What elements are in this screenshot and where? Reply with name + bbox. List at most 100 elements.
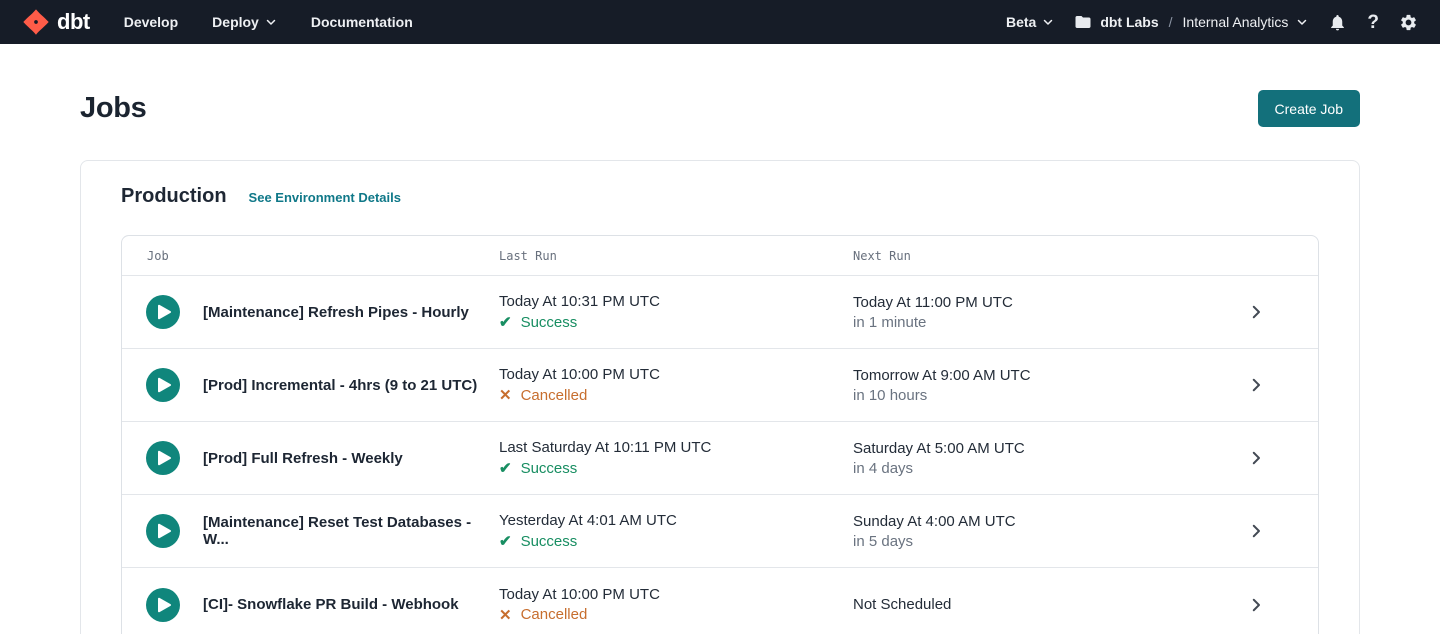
play-icon (146, 588, 180, 622)
job-cell: [Prod] Incremental - 4hrs (9 to 21 UTC) (122, 368, 499, 402)
status-line: ✕ Cancelled (499, 386, 853, 404)
nav-item-documentation[interactable]: Documentation (311, 14, 413, 30)
nav-item-develop[interactable]: Develop (124, 14, 178, 30)
next-run-relative: in 10 hours (853, 387, 1208, 404)
last-run-time: Last Saturday At 10:11 PM UTC (499, 439, 853, 456)
folder-icon (1074, 13, 1092, 31)
job-cell: [Maintenance] Reset Test Databases - W..… (122, 514, 499, 548)
next-run-cell: Sunday At 4:00 AM UTC in 5 days (853, 513, 1208, 550)
column-header-next-run: Next Run (853, 249, 1208, 263)
status-label: Cancelled (521, 387, 588, 404)
status-label: Success (521, 460, 578, 477)
beta-dropdown[interactable]: Beta (1006, 14, 1054, 30)
next-run-time: Sunday At 4:00 AM UTC (853, 513, 1208, 530)
nav-item-label: Develop (124, 14, 178, 30)
next-run-cell: Tomorrow At 9:00 AM UTC in 10 hours (853, 367, 1208, 404)
next-run-cell: Not Scheduled (853, 596, 1208, 613)
play-icon (146, 368, 180, 402)
dbt-logo[interactable]: dbt (22, 8, 90, 36)
play-icon (146, 441, 180, 475)
job-cell: [CI]- Snowflake PR Build - Webhook (122, 588, 499, 622)
status-label: Cancelled (521, 606, 588, 623)
status-label: Success (521, 314, 578, 331)
next-run-relative: in 5 days (853, 533, 1208, 550)
chevron-down-icon (1296, 16, 1308, 28)
last-run-time: Today At 10:00 PM UTC (499, 586, 853, 603)
table-row[interactable]: [Maintenance] Reset Test Databases - W..… (122, 495, 1318, 568)
status-icon: ✕ (499, 606, 512, 624)
status-icon: ✔ (499, 532, 512, 550)
project-name: Internal Analytics (1183, 14, 1289, 30)
next-run-time: Tomorrow At 9:00 AM UTC (853, 367, 1208, 384)
column-header-last-run: Last Run (499, 249, 853, 263)
last-run-cell: Yesterday At 4:01 AM UTC ✔ Success (499, 512, 853, 550)
question-mark-icon: ? (1367, 13, 1379, 32)
last-run-cell: Today At 10:00 PM UTC ✕ Cancelled (499, 366, 853, 404)
see-environment-details-link[interactable]: See Environment Details (249, 190, 401, 205)
run-job-play-button[interactable] (146, 441, 180, 475)
chevron-right-icon (1247, 449, 1265, 467)
nav-links: Develop Deploy Documentation (124, 14, 413, 30)
job-name: [Maintenance] Refresh Pipes - Hourly (203, 304, 469, 321)
chevron-down-icon (265, 16, 277, 28)
settings-button[interactable] (1399, 13, 1418, 32)
table-body: [Maintenance] Refresh Pipes - Hourly Tod… (122, 276, 1318, 634)
status-icon: ✔ (499, 313, 512, 331)
nav-item-label: Documentation (311, 14, 413, 30)
table-row[interactable]: [Prod] Incremental - 4hrs (9 to 21 UTC) … (122, 349, 1318, 422)
next-run-cell: Saturday At 5:00 AM UTC in 4 days (853, 440, 1208, 477)
last-run-cell: Last Saturday At 10:11 PM UTC ✔ Success (499, 439, 853, 477)
play-icon (146, 514, 180, 548)
last-run-cell: Today At 10:00 PM UTC ✕ Cancelled (499, 586, 853, 624)
dbt-logo-icon (22, 8, 50, 36)
last-run-time: Today At 10:31 PM UTC (499, 293, 853, 310)
job-name: [CI]- Snowflake PR Build - Webhook (203, 596, 459, 613)
next-run-time: Today At 11:00 PM UTC (853, 294, 1208, 311)
job-name: [Prod] Incremental - 4hrs (9 to 21 UTC) (203, 377, 477, 394)
status-line: ✔ Success (499, 313, 853, 331)
status-icon: ✔ (499, 459, 512, 477)
job-name: [Prod] Full Refresh - Weekly (203, 450, 403, 467)
account-name: dbt Labs (1100, 14, 1158, 30)
nav-item-deploy[interactable]: Deploy (212, 14, 277, 30)
table-row[interactable]: [CI]- Snowflake PR Build - Webhook Today… (122, 568, 1318, 634)
column-header-job: Job (122, 249, 499, 263)
table-row[interactable]: [Maintenance] Refresh Pipes - Hourly Tod… (122, 276, 1318, 349)
bell-icon (1328, 13, 1347, 32)
last-run-cell: Today At 10:31 PM UTC ✔ Success (499, 293, 853, 331)
status-label: Success (521, 533, 578, 550)
navbar-right: Beta dbt Labs / Internal Analytics ? (1006, 13, 1418, 32)
run-job-play-button[interactable] (146, 588, 180, 622)
status-icon: ✕ (499, 386, 512, 404)
job-cell: [Maintenance] Refresh Pipes - Hourly (122, 295, 499, 329)
chevron-right-icon (1247, 376, 1265, 394)
jobs-table: Job Last Run Next Run [Maintenance] Refr… (121, 235, 1319, 634)
page-title: Jobs (80, 92, 147, 125)
next-run-cell: Today At 11:00 PM UTC in 1 minute (853, 294, 1208, 331)
gear-icon (1399, 13, 1418, 32)
status-line: ✔ Success (499, 532, 853, 550)
notifications-button[interactable] (1328, 13, 1347, 32)
top-navbar: dbt Develop Deploy Documentation Beta db… (0, 0, 1440, 44)
chevron-right-icon (1247, 522, 1265, 540)
environment-name: Production (121, 185, 227, 208)
table-row[interactable]: [Prod] Full Refresh - Weekly Last Saturd… (122, 422, 1318, 495)
run-job-play-button[interactable] (146, 295, 180, 329)
job-cell: [Prod] Full Refresh - Weekly (122, 441, 499, 475)
next-run-time: Saturday At 5:00 AM UTC (853, 440, 1208, 457)
chevron-right-icon (1247, 303, 1265, 321)
create-job-button[interactable]: Create Job (1258, 90, 1360, 127)
environment-card: Production See Environment Details Job L… (80, 160, 1360, 634)
table-header-row: Job Last Run Next Run (122, 236, 1318, 276)
breadcrumb-separator: / (1169, 14, 1173, 30)
run-job-play-button[interactable] (146, 368, 180, 402)
logo-text: dbt (57, 11, 90, 33)
next-run-relative: in 4 days (853, 460, 1208, 477)
status-line: ✕ Cancelled (499, 606, 853, 624)
help-button[interactable]: ? (1367, 13, 1379, 32)
chevron-down-icon (1042, 16, 1054, 28)
next-run-relative: in 1 minute (853, 314, 1208, 331)
beta-label: Beta (1006, 14, 1036, 30)
project-switcher[interactable]: dbt Labs / Internal Analytics (1074, 13, 1308, 31)
run-job-play-button[interactable] (146, 514, 180, 548)
